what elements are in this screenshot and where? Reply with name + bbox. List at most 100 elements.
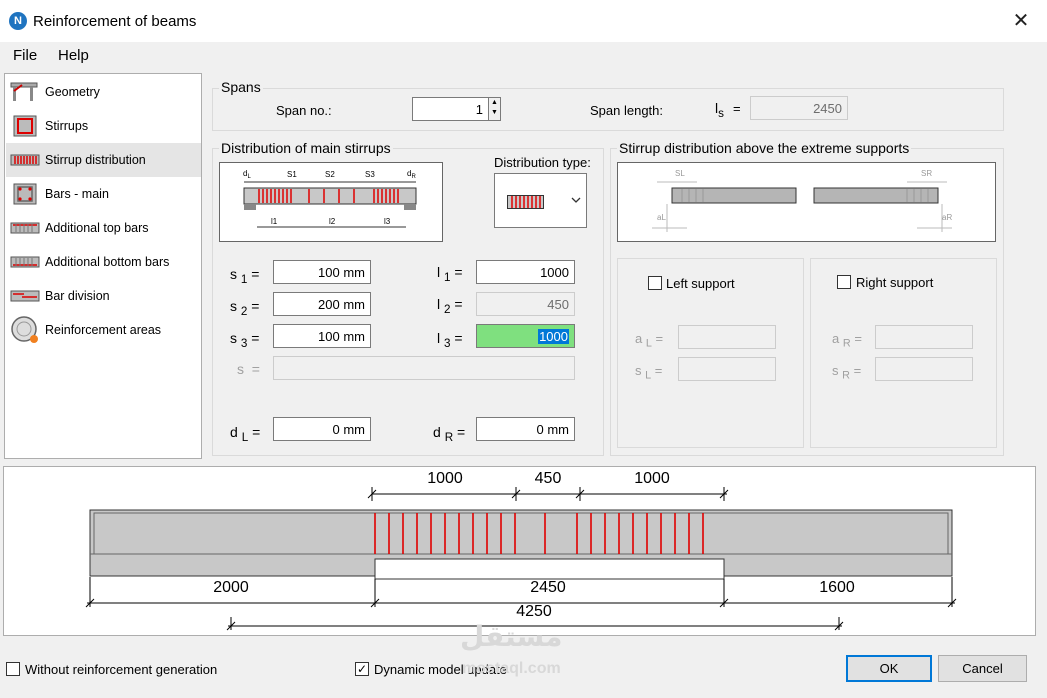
dim-right-span: 1600 — [819, 579, 855, 596]
diagram-s3-label: S3 — [365, 170, 375, 179]
without-generation-label: Without reinforcement generation — [25, 662, 218, 677]
diagram-l2-label: l2 — [329, 217, 336, 226]
s-input — [273, 356, 575, 380]
l3-input[interactable]: 1000 — [476, 324, 575, 348]
diagram-l1-label: l1 — [271, 217, 278, 226]
nav-label: Geometry — [45, 85, 100, 99]
reinforcement-areas-icon — [11, 316, 38, 343]
dim-l1: 1000 — [427, 470, 463, 487]
left-support-checkbox[interactable] — [648, 276, 662, 290]
sl-label: s L = — [635, 363, 663, 382]
dim-left-span: 2000 — [213, 579, 249, 596]
span-no-label: Span no.: — [276, 103, 332, 118]
additional-bottom-bars-icon — [10, 256, 40, 268]
right-support-checkbox[interactable] — [837, 275, 851, 289]
spans-title: Spans — [219, 79, 263, 95]
dim-total: 4250 — [516, 603, 552, 620]
s-label: s = — [237, 361, 260, 377]
l2-label: l 2 = — [437, 296, 463, 316]
sr-label: s R = — [832, 363, 862, 382]
al-input — [678, 325, 776, 349]
beam-preview-drawing: 1000 450 1000 2000 2450 1600 4250 — [85, 470, 957, 631]
nav-item-additional-bottom-bars[interactable]: Additional bottom bars — [6, 245, 201, 279]
nav-item-stirrup-distribution[interactable]: Stirrup distribution — [6, 143, 201, 177]
s2-label: s 2 = — [230, 298, 260, 318]
s3-label: s 3 = — [230, 330, 260, 350]
extreme-supports-title: Stirrup distribution above the extreme s… — [617, 140, 912, 156]
distribution-type-icon — [507, 195, 544, 209]
nav-label: Bar division — [45, 289, 110, 303]
diagram-s1-label: S1 — [287, 170, 297, 179]
ls-label: ls — [715, 100, 724, 120]
dim-mid-span: 2450 — [530, 579, 566, 596]
nav-label: Bars - main — [45, 187, 109, 201]
window-title: Reinforcement of beams — [33, 13, 197, 30]
span-no-input[interactable]: 1 — [412, 97, 489, 121]
nav-label: Stirrup distribution — [45, 153, 146, 167]
nav-item-reinforcement-areas[interactable]: Reinforcement areas — [6, 313, 201, 347]
l2-field: 450 — [476, 292, 575, 316]
span-no-spinner[interactable]: ▲ ▼ — [488, 97, 501, 121]
additional-top-bars-icon — [10, 222, 40, 234]
diagram-sr-label: SR — [921, 169, 932, 178]
without-generation-checkbox[interactable] — [6, 662, 20, 676]
dim-l3: 1000 — [634, 470, 670, 487]
dynamic-update-checkbox[interactable]: ✓ — [355, 662, 369, 676]
s3-input[interactable]: 100 mm — [273, 324, 371, 348]
beam-preview: 1000 450 1000 2000 2450 1600 4250 — [3, 466, 1036, 636]
bars-main-icon — [13, 183, 37, 205]
diagram-ar-label: aR — [942, 213, 952, 222]
close-icon[interactable]: ✕ — [1006, 6, 1036, 36]
stirrups-icon — [13, 115, 37, 137]
sl-input — [678, 357, 776, 381]
dim-l2: 450 — [535, 470, 562, 487]
nav-item-stirrups[interactable]: Stirrups — [6, 109, 201, 143]
distribution-type-select[interactable] — [494, 173, 587, 228]
nav-label: Stirrups — [45, 119, 89, 133]
l3-label: l 3 = — [437, 330, 463, 350]
dl-label: d L = — [230, 424, 261, 444]
s1-label: s 1 = — [230, 266, 260, 286]
span-length-label: Span length: — [590, 103, 664, 118]
left-support-label: Left support — [666, 276, 735, 291]
l1-label: l 1 = — [437, 264, 463, 284]
nav-item-bar-division[interactable]: Bar division — [6, 279, 201, 313]
stirrup-distribution-icon — [10, 154, 40, 166]
distribution-type-label: Distribution type: — [494, 155, 591, 170]
nav-label: Additional top bars — [45, 221, 149, 235]
chevron-down-icon — [571, 197, 581, 203]
nav-item-bars-main[interactable]: Bars - main — [6, 177, 201, 211]
diagram-sl-label: SL — [675, 169, 685, 178]
nav-label: Reinforcement areas — [45, 323, 162, 337]
nav-item-additional-top-bars[interactable]: Additional top bars — [6, 211, 201, 245]
s2-input[interactable]: 200 mm — [273, 292, 371, 316]
ok-button[interactable]: OK — [846, 655, 932, 682]
cancel-button[interactable]: Cancel — [938, 655, 1027, 682]
app-logo-icon: N — [9, 12, 27, 30]
menu-file[interactable]: File — [13, 47, 37, 64]
dl-input[interactable]: 0 mm — [273, 417, 371, 441]
nav-item-geometry[interactable]: Geometry — [6, 75, 201, 109]
dr-input[interactable]: 0 mm — [476, 417, 575, 441]
ar-input — [875, 325, 973, 349]
ar-label: a R = — [832, 331, 862, 350]
diagram-l3-label: l3 — [384, 217, 391, 226]
watermark-logo: مستقل — [460, 621, 563, 652]
section-nav: Geometry Stirrups Stirrup distribution B… — [4, 73, 202, 459]
extreme-supports-diagram: SL SR aL aR — [617, 162, 996, 242]
main-stirrups-title: Distribution of main stirrups — [219, 140, 393, 156]
menu-bar — [0, 42, 1047, 69]
span-length-field: 2450 — [750, 96, 848, 120]
ls-equals: = — [733, 101, 741, 116]
dr-label: d R = — [433, 424, 466, 444]
menu-help[interactable]: Help — [58, 47, 89, 64]
geometry-icon — [10, 82, 38, 101]
sr-input — [875, 357, 973, 381]
nav-label: Additional bottom bars — [45, 255, 170, 269]
diagram-al-label: aL — [657, 213, 666, 222]
main-stirrups-diagram: dL S1 S2 S3 dR l1 l2 l3 — [219, 162, 443, 242]
l1-input[interactable]: 1000 — [476, 260, 575, 284]
watermark-url: mostaql.com — [462, 660, 561, 677]
bar-division-icon — [10, 290, 40, 302]
s1-input[interactable]: 100 mm — [273, 260, 371, 284]
